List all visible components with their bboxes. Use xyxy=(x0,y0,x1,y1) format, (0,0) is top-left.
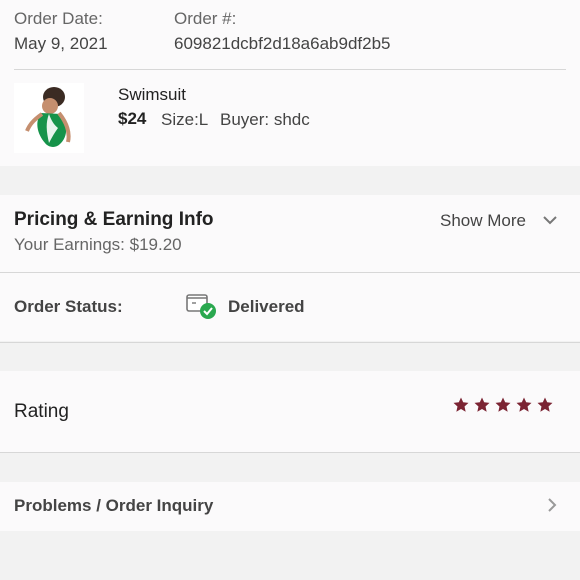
order-number-value: 609821dcbf2d18a6ab9df2b5 xyxy=(174,34,391,53)
star-icon xyxy=(537,397,553,412)
star-icon xyxy=(516,397,532,412)
rating-label: Rating xyxy=(14,401,69,422)
star-icon xyxy=(474,397,490,412)
order-date-value: May 9, 2021 xyxy=(14,34,108,53)
star-icon xyxy=(495,397,511,412)
delivered-package-icon xyxy=(186,294,216,319)
order-status-value: Delivered xyxy=(228,297,305,316)
item-name[interactable]: Swimsuit xyxy=(118,86,186,103)
swimsuit-thumbnail[interactable] xyxy=(14,83,84,153)
rating-divider xyxy=(0,452,580,453)
item-size: Size:L xyxy=(161,110,209,129)
order-inquiry-label[interactable]: Problems / Order Inquiry xyxy=(14,497,213,514)
chevron-down-icon[interactable] xyxy=(540,210,560,230)
item-price: $24 xyxy=(118,109,147,128)
order-date-label: Order Date: xyxy=(14,9,103,28)
earnings-value: Your Earnings: $19.20 xyxy=(14,235,182,254)
show-more-button[interactable]: Show More xyxy=(440,212,526,229)
order-number-label: Order #: xyxy=(174,9,237,28)
order-details-screen: Order Date: May 9, 2021 Order #: 609821d… xyxy=(0,0,580,580)
status-divider xyxy=(0,342,580,343)
pricing-title: Pricing & Earning Info xyxy=(14,209,214,230)
swimsuit-image-icon xyxy=(14,83,84,153)
chevron-right-icon[interactable] xyxy=(542,495,562,515)
order-meta-divider xyxy=(14,69,566,70)
rating-stars xyxy=(452,396,554,414)
item-buyer[interactable]: Buyer: shdc xyxy=(220,111,310,128)
star-icon xyxy=(453,397,469,412)
order-status-label: Order Status: xyxy=(14,297,123,316)
pricing-panel xyxy=(0,195,580,272)
